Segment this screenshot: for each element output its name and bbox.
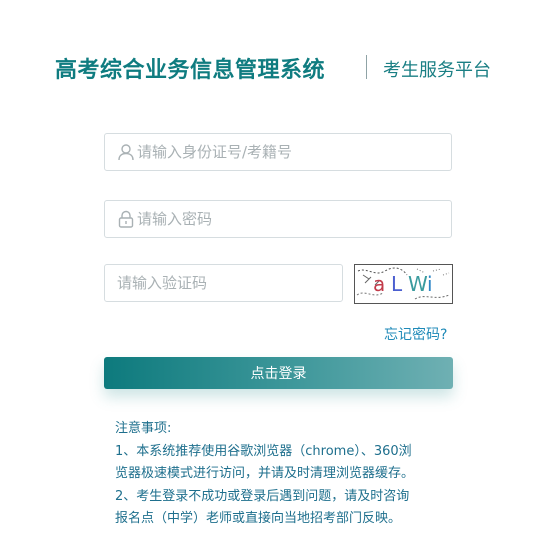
username-field[interactable] bbox=[104, 133, 452, 171]
username-input[interactable] bbox=[137, 134, 437, 170]
user-icon bbox=[117, 143, 135, 161]
captcha-field[interactable] bbox=[104, 264, 343, 302]
notes-line: 1、本系统推荐使用谷歌浏览器（chrome）、360浏 bbox=[115, 443, 412, 459]
platform-subtitle: 考生服务平台 bbox=[383, 60, 491, 81]
header-divider bbox=[366, 55, 367, 79]
notes-heading: 注意事项: bbox=[115, 421, 172, 436]
login-button[interactable]: 点击登录 bbox=[104, 357, 453, 389]
system-title: 高考综合业务信息管理系统 bbox=[55, 58, 326, 83]
forgot-password-link[interactable]: 忘记密码? bbox=[384, 324, 447, 344]
header: 高考综合业务信息管理系统 考生服务平台 bbox=[0, 48, 541, 88]
login-page: 高考综合业务信息管理系统 考生服务平台 请输入身份证号/考籍号 请输入验证码 a… bbox=[0, 0, 541, 548]
password-field[interactable] bbox=[104, 200, 452, 238]
captcha-input[interactable] bbox=[117, 265, 337, 301]
captcha-char-4: i bbox=[427, 272, 433, 296]
captcha-char-1: a bbox=[373, 272, 385, 296]
notes-line: 2、考生登录不成功或登录后遇到问题，请及时咨询 bbox=[115, 488, 410, 504]
password-input[interactable] bbox=[137, 201, 437, 237]
captcha-char-3: W bbox=[408, 272, 428, 296]
notes-line: 报名点（中学）老师或直接向当地招考部门反映。 bbox=[115, 511, 402, 526]
captcha-char-2: L bbox=[391, 272, 403, 296]
lock-icon bbox=[117, 210, 135, 228]
notes-line: 览器极速模式进行访问，并请及时清理浏览器缓存。 bbox=[115, 466, 415, 481]
captcha-image[interactable]: a L W i bbox=[354, 264, 453, 304]
notes: 注意事项: 1、本系统推荐使用谷歌浏览器（chrome）、360浏 览器极速模式… bbox=[115, 418, 445, 531]
